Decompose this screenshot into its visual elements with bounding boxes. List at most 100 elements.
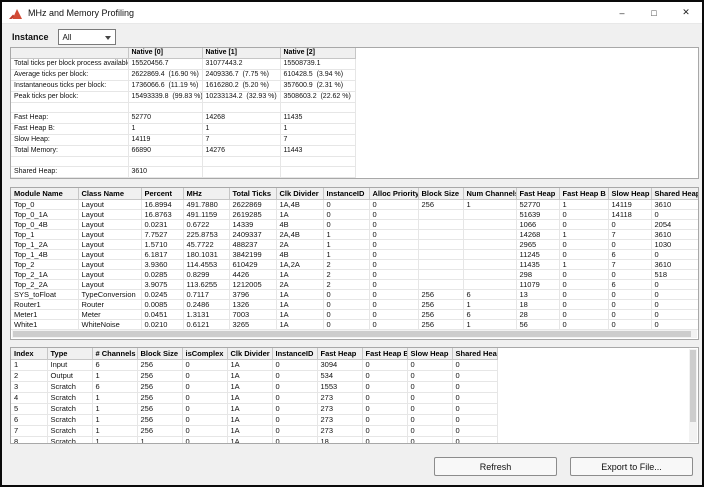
table-row[interactable]: White1WhiteNoise0.02100.612132651A002561… <box>11 320 698 330</box>
column-header <box>11 48 128 59</box>
maximize-button[interactable]: □ <box>638 2 670 23</box>
table-cell: Meter1 <box>11 310 78 320</box>
table-cell: 0 <box>369 260 418 270</box>
table-cell: 14268 <box>516 230 559 240</box>
table-cell: 1A,4B <box>276 200 323 210</box>
column-header: MHz <box>183 188 229 200</box>
table-row[interactable]: Top_1Layout7.7527225.875324093372A,4B101… <box>11 230 698 240</box>
table-row[interactable]: Meter1Meter0.04511.313170031A00256628000 <box>11 310 698 320</box>
column-header: Class Name <box>78 188 141 200</box>
table-row[interactable]: Top_2Layout3.9360114.45536104291A,2A2011… <box>11 260 698 270</box>
table-cell: 6.1817 <box>141 250 183 260</box>
table-cell: 0.0231 <box>141 220 183 230</box>
export-button[interactable]: Export to File... <box>570 457 693 476</box>
table-cell: 1 <box>92 371 137 382</box>
table-cell: 14268 <box>202 113 280 124</box>
refresh-button[interactable]: Refresh <box>434 457 557 476</box>
table-cell <box>463 210 516 220</box>
table-row[interactable]: 3Scratch625601A01553000 <box>11 382 497 393</box>
table-cell <box>202 167 280 178</box>
table-cell: 28 <box>516 310 559 320</box>
table-cell: 1A <box>227 360 272 371</box>
table-cell: SYS_toFloat <box>11 290 78 300</box>
table-cell: TypeConversion <box>78 290 141 300</box>
instance-dropdown[interactable]: All <box>58 29 116 45</box>
table-cell: 0 <box>559 280 608 290</box>
horizontal-scrollbar[interactable] <box>12 330 697 338</box>
table-cell: 0 <box>651 310 698 320</box>
table-cell: Slow Heap: <box>11 135 128 146</box>
table-cell: 0.2486 <box>183 300 229 310</box>
table-cell: 66890 <box>128 146 202 157</box>
table-row[interactable]: Slow Heap:1411977 <box>11 135 355 146</box>
table-cell: 0 <box>182 393 227 404</box>
table-cell: 1 <box>559 260 608 270</box>
table-cell: 0 <box>608 220 651 230</box>
table-row[interactable]: 1Input625601A03094000 <box>11 360 497 371</box>
table-row[interactable]: Top_0_4BLayout0.02310.6722143394B0010660… <box>11 220 698 230</box>
table-row[interactable]: Fast Heap B:111 <box>11 124 355 135</box>
table-row[interactable]: Top_1_2ALayout1.571045.77224882372A10296… <box>11 240 698 250</box>
table-cell: 0 <box>369 270 418 280</box>
table-cell <box>418 260 463 270</box>
close-button[interactable]: ✕ <box>670 2 702 23</box>
table-cell: 0 <box>369 220 418 230</box>
scrollbar-thumb[interactable] <box>13 331 691 337</box>
table-row[interactable]: Router1Router0.00850.248613261A002561180… <box>11 300 698 310</box>
table-cell: 0 <box>651 210 698 220</box>
table-row[interactable] <box>11 103 355 113</box>
table-row[interactable]: Total Memory:668901427611443 <box>11 146 355 157</box>
table-cell: 0 <box>407 371 452 382</box>
table-row[interactable]: Peak ticks per block:15493339.8 (99.83 %… <box>11 92 355 103</box>
table-cell: 0 <box>452 382 497 393</box>
table-row[interactable]: 6Scratch125601A0273000 <box>11 415 497 426</box>
table-row[interactable]: Top_2_2ALayout3.9075113.625512120052A201… <box>11 280 698 290</box>
table-cell: 0.0245 <box>141 290 183 300</box>
table-row[interactable]: 2Output125601A0534000 <box>11 371 497 382</box>
table-cell: 2965 <box>516 240 559 250</box>
table-cell <box>418 240 463 250</box>
table-row[interactable]: 8Scratch1101A018000 <box>11 437 497 445</box>
table-row[interactable]: Top_0_1ALayout16.8763491.115926192851A00… <box>11 210 698 220</box>
table-row[interactable]: SYS_toFloatTypeConversion0.02450.7117379… <box>11 290 698 300</box>
table-cell: 18 <box>317 437 362 445</box>
column-header: InstanceID <box>323 188 369 200</box>
table-cell: 15508739.1 <box>280 59 355 70</box>
table-cell: 1A <box>227 415 272 426</box>
table-row[interactable]: Average ticks per block:2622869.4 (16.90… <box>11 70 355 81</box>
table-cell: Layout <box>78 230 141 240</box>
table-cell: Total Memory: <box>11 146 128 157</box>
table-row[interactable]: Top_2_1ALayout0.02850.829944261A20298005… <box>11 270 698 280</box>
table-row[interactable] <box>11 157 355 167</box>
table-row[interactable]: 4Scratch125601A0273000 <box>11 393 497 404</box>
vertical-scrollbar[interactable] <box>689 349 697 442</box>
table-row[interactable]: Instantaneous ticks per block:1736066.6 … <box>11 81 355 92</box>
table-cell: 3842199 <box>229 250 276 260</box>
scrollbar-thumb[interactable] <box>690 350 696 422</box>
table-row[interactable]: Total ticks per block process available:… <box>11 59 355 70</box>
table-cell: Layout <box>78 210 141 220</box>
table-row[interactable]: Shared Heap:3610 <box>11 167 355 178</box>
table-row[interactable]: Fast Heap:527701426811435 <box>11 113 355 124</box>
table-cell: 0 <box>559 300 608 310</box>
table-cell: 256 <box>137 426 182 437</box>
table-cell: Layout <box>78 240 141 250</box>
table-cell: 0 <box>407 393 452 404</box>
table-row[interactable]: Top_1_4BLayout6.1817180.103138421994B101… <box>11 250 698 260</box>
table-cell <box>418 270 463 280</box>
table-row[interactable]: Top_0Layout16.8994491.788026228691A,4B00… <box>11 200 698 210</box>
column-header: Fast Heap B <box>362 348 407 360</box>
table-cell: 1A <box>276 270 323 280</box>
table-cell: 256 <box>137 360 182 371</box>
table-cell: 1 <box>92 415 137 426</box>
table-cell: 0 <box>369 320 418 330</box>
table-cell: 1A <box>276 290 323 300</box>
table-cell: 1 <box>463 200 516 210</box>
minimize-button[interactable]: – <box>606 2 638 23</box>
table-cell: 6 <box>11 415 47 426</box>
table-cell: 113.6255 <box>183 280 229 290</box>
table-row[interactable]: 5Scratch125601A0273000 <box>11 404 497 415</box>
table-cell: 0 <box>182 437 227 445</box>
table-cell: 256 <box>137 393 182 404</box>
table-row[interactable]: 7Scratch125601A0273000 <box>11 426 497 437</box>
